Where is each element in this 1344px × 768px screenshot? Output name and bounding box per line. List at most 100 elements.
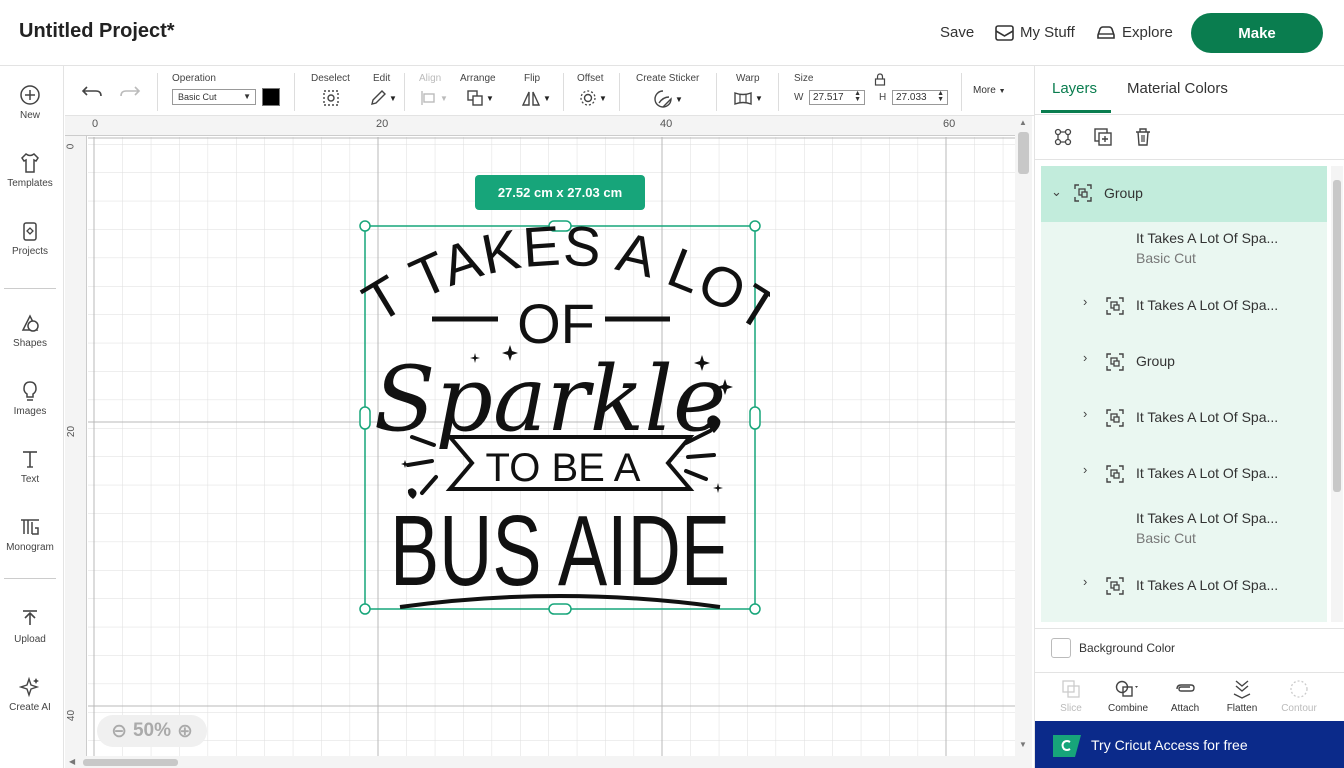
- flatten-button[interactable]: Flatten: [1214, 677, 1270, 714]
- operation-select[interactable]: Basic Cut ▼: [172, 89, 256, 105]
- zoom-out-button[interactable]: ⊖: [111, 720, 127, 743]
- layer-row[interactable]: › It Takes A Lot Of Spa...: [1041, 278, 1327, 334]
- action-label: Attach: [1170, 703, 1200, 714]
- toolbar-separator: [157, 73, 158, 111]
- group-icon: [1106, 297, 1124, 315]
- layer-row[interactable]: › It Takes A Lot Of Spa...: [1041, 390, 1327, 446]
- sidebar-item-text[interactable]: Text: [0, 448, 60, 485]
- shapes-icon: [21, 314, 39, 332]
- sidebar-item-shapes[interactable]: Shapes: [0, 312, 60, 349]
- layer-row[interactable]: › It Takes A Lot Of Spa...: [1041, 558, 1327, 614]
- edit-toolbar: Operation Basic Cut ▼ Deselect Edit ▼ Al…: [65, 67, 1034, 116]
- cricut-access-promo[interactable]: Try Cricut Access for free: [1035, 721, 1344, 768]
- project-title[interactable]: Untitled Project*: [19, 20, 175, 43]
- action-label: Contour: [1281, 703, 1317, 714]
- background-color-row[interactable]: Background Color: [1035, 628, 1344, 668]
- scroll-down-icon[interactable]: ▼: [1019, 740, 1027, 749]
- layer-row[interactable]: › Group: [1041, 334, 1327, 390]
- flip-button[interactable]: ▼: [521, 89, 551, 107]
- warp-button[interactable]: ▼: [733, 89, 763, 107]
- arrange-button[interactable]: ▼: [466, 89, 494, 107]
- sidebar-item-create-ai[interactable]: Create AI: [0, 676, 60, 713]
- chevron-down-icon: ▼: [675, 94, 683, 104]
- lock-icon[interactable]: [874, 73, 886, 86]
- scroll-thumb[interactable]: [83, 759, 178, 766]
- tab-layers[interactable]: Layers: [1052, 80, 1097, 97]
- canvas-vertical-scrollbar[interactable]: ▲ ▼: [1015, 116, 1032, 756]
- save-link[interactable]: Save: [940, 24, 974, 41]
- height-input[interactable]: 27.033 ▲ ▼: [892, 90, 948, 105]
- width-input[interactable]: 27.517 ▲ ▼: [809, 90, 865, 105]
- undo-button[interactable]: [81, 83, 103, 99]
- chevron-right-icon[interactable]: ›: [1083, 406, 1087, 421]
- sidebar-item-monogram[interactable]: Monogram: [0, 516, 60, 553]
- stepper-icon[interactable]: ▲ ▼: [854, 90, 861, 103]
- slice-button[interactable]: Slice: [1043, 677, 1099, 714]
- layer-name: Group: [1104, 185, 1143, 201]
- zoom-control: ⊖ 50% ⊕: [97, 715, 207, 747]
- create-sticker-button[interactable]: ▼: [653, 89, 683, 109]
- zoom-in-button[interactable]: ⊕: [177, 720, 193, 743]
- attach-button[interactable]: Attach: [1157, 677, 1213, 714]
- promo-text: Try Cricut Access for free: [1091, 737, 1248, 753]
- design-artwork[interactable]: IT TAKES A LOT OF Sparkle TO BE A BUS AI…: [350, 215, 770, 620]
- scroll-thumb[interactable]: [1018, 132, 1029, 174]
- stepper-icon[interactable]: ▲ ▼: [937, 90, 944, 103]
- layer-row[interactable]: › It Takes A Lot Of Spa...: [1041, 446, 1327, 502]
- sidebar-item-templates[interactable]: Templates: [0, 152, 60, 189]
- toolbar-separator: [619, 73, 620, 111]
- layers-scrollbar[interactable]: [1331, 166, 1343, 622]
- ruler-number: 20: [376, 118, 389, 130]
- trash-icon[interactable]: [1133, 127, 1153, 147]
- duplicate-icon[interactable]: [1093, 127, 1113, 147]
- layer-name: It Takes A Lot Of Spa...: [1136, 465, 1279, 481]
- make-button[interactable]: Make: [1191, 13, 1323, 53]
- chevron-right-icon[interactable]: ›: [1083, 574, 1087, 589]
- explore-link[interactable]: Explore: [1096, 24, 1173, 41]
- scroll-thumb[interactable]: [1333, 180, 1341, 492]
- offset-label: Offset: [577, 73, 604, 84]
- edit-button[interactable]: ▼: [369, 89, 397, 107]
- sidebar-item-upload[interactable]: Upload: [0, 608, 60, 645]
- resize-handle: [359, 406, 371, 430]
- scroll-up-icon[interactable]: ▲: [1019, 118, 1027, 127]
- chevron-down-icon[interactable]: ⌄: [1051, 184, 1062, 200]
- more-button[interactable]: More ▼: [973, 85, 1006, 96]
- scroll-left-icon[interactable]: ◀: [69, 757, 75, 766]
- sidebar-item-projects[interactable]: Projects: [0, 220, 60, 257]
- sidebar-item-new[interactable]: New: [0, 84, 60, 121]
- chevron-right-icon[interactable]: ›: [1083, 294, 1087, 309]
- redo-button[interactable]: [119, 83, 141, 99]
- my-stuff-label: My Stuff: [1020, 24, 1075, 41]
- operation-value: Basic Cut: [178, 92, 217, 102]
- combine-button[interactable]: Combine: [1100, 677, 1156, 714]
- chevron-right-icon[interactable]: ›: [1083, 350, 1087, 365]
- layer-name: It Takes A Lot Of Spa...: [1136, 510, 1279, 526]
- chevron-right-icon[interactable]: ›: [1083, 462, 1087, 477]
- toolbar-separator: [716, 73, 717, 111]
- contour-icon: [1290, 680, 1308, 698]
- tab-material-colors[interactable]: Material Colors: [1127, 80, 1228, 97]
- group-layers-icon[interactable]: [1053, 127, 1073, 147]
- my-stuff-link[interactable]: My Stuff: [995, 24, 1075, 41]
- chevron-down-icon: ▼: [440, 93, 448, 103]
- layer-name: It Takes A Lot Of Spa...: [1136, 230, 1279, 246]
- layer-row[interactable]: It Takes A Lot Of Spa... Basic Cut: [1041, 502, 1327, 558]
- chevron-down-icon: ▼: [755, 93, 763, 103]
- warp-label: Warp: [736, 73, 760, 84]
- canvas-horizontal-scrollbar[interactable]: ◀: [65, 756, 1032, 768]
- align-label: Align: [419, 73, 442, 84]
- offset-button[interactable]: ▼: [579, 89, 607, 107]
- contour-button[interactable]: Contour: [1271, 677, 1327, 714]
- background-color-swatch[interactable]: [1051, 638, 1071, 658]
- align-button[interactable]: ▼: [420, 89, 448, 107]
- layer-row[interactable]: It Takes A Lot Of Spa... Basic Cut: [1041, 222, 1327, 278]
- operation-color-swatch[interactable]: [262, 88, 280, 106]
- layer-row-group[interactable]: ⌄ Group: [1041, 166, 1327, 222]
- sidebar-item-images[interactable]: Images: [0, 380, 60, 417]
- resize-handle: [749, 603, 761, 615]
- layers-list: ⌄ Group It Takes A Lot Of Spa... Basic C…: [1041, 166, 1327, 622]
- deselect-button[interactable]: [322, 89, 340, 107]
- pencil-icon: [371, 90, 386, 105]
- artwork-line-4: TO BE A: [486, 446, 641, 490]
